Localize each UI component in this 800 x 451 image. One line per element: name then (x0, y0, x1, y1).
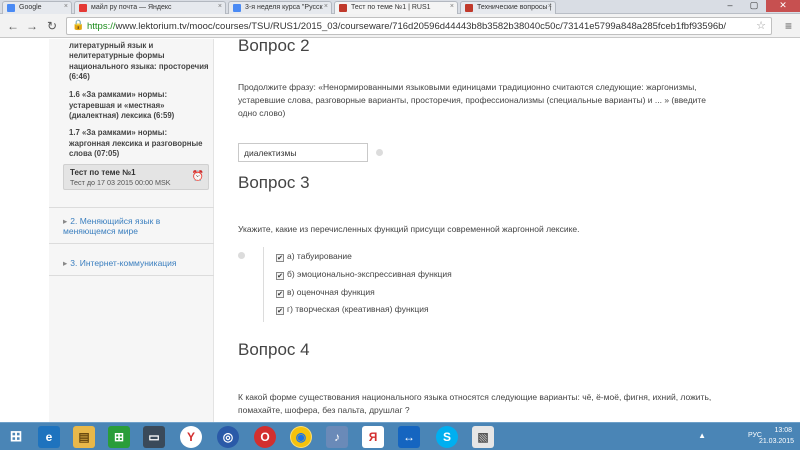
sidebar-section-2[interactable]: ▸ 2. Меняющийся язык в меняющемся мире (63, 216, 209, 236)
ie-icon[interactable]: e (38, 426, 60, 448)
system-tray: ▲ РУС 13:08 21.03.2015 (690, 423, 800, 451)
tab-label: Тест по теме №1 | RUS1 (351, 4, 431, 11)
address-bar[interactable]: 🔒 https://www.lektorium.tv/mooc/courses/… (66, 17, 772, 35)
tab-yandex-mail[interactable]: майл ру почта — Яндекс × (74, 1, 226, 14)
close-icon[interactable]: × (218, 3, 222, 10)
page-content: 1.5 «За рамками» нормы: литературный язы… (0, 39, 800, 422)
compass-icon[interactable]: ◎ (217, 426, 239, 448)
status-indicator-icon (376, 149, 383, 156)
question-4-title: Вопрос 4 (238, 340, 310, 359)
section-label: 2. Меняющийся язык в меняющемся мире (63, 216, 161, 236)
chevron-right-icon: ▸ (63, 258, 68, 268)
forward-icon[interactable]: → (24, 18, 40, 34)
star-icon[interactable]: ☆ (756, 19, 766, 32)
back-icon[interactable]: ← (5, 18, 21, 34)
lektorium-icon (339, 4, 347, 12)
divider (49, 207, 214, 208)
test-due-date: Тест до 17 03 2015 00:00 MSK (70, 178, 171, 187)
divider (49, 275, 214, 276)
question-3-option-d[interactable]: ✔ г) творческая (креативная) функция (276, 304, 429, 315)
lock-icon: 🔒 (72, 20, 85, 31)
close-window-button[interactable]: ✕ (766, 0, 800, 12)
window-controls: – ▢ ✕ (718, 0, 800, 12)
doc-icon (233, 4, 241, 12)
tab-test-active[interactable]: Тест по теме №1 | RUS1 × (334, 1, 458, 14)
windows-taskbar: ⊞ e ▤ ⊞ ▭ Y ◎ O ◉ ♪ Я ↔ S ▧ ▲ РУС 13:08 … (0, 422, 800, 450)
chevron-right-icon: ▸ (63, 216, 68, 226)
close-icon[interactable]: × (450, 3, 454, 10)
checkbox-checked-icon[interactable]: ✔ (276, 254, 284, 262)
question-3-option-b[interactable]: ✔ б) эмоционально-экспрессивная функция (276, 269, 452, 280)
status-indicator-icon (238, 252, 245, 259)
yandex-icon (79, 4, 87, 12)
monitor-icon[interactable]: ▭ (143, 426, 165, 448)
question-3-text: Укажите, какие из перечисленных функций … (238, 224, 580, 234)
opera-icon[interactable]: O (254, 426, 276, 448)
question-2-text: Продолжите фразу: «Ненормированными язык… (238, 82, 706, 118)
sidebar-test-item[interactable]: Тест по теме №1 Тест до 17 03 2015 00:00… (63, 164, 209, 190)
checkbox-checked-icon[interactable]: ✔ (276, 307, 284, 315)
tab-label: Технические вопросы | (477, 4, 552, 11)
question-2-answer-input[interactable] (238, 143, 368, 162)
tab-tech-questions[interactable]: Технические вопросы | × (460, 1, 556, 14)
teamviewer-icon[interactable]: ↔ (398, 426, 420, 448)
option-label: г) творческая (креативная) функция (287, 304, 429, 314)
yandex-browser-icon[interactable]: Y (180, 426, 202, 448)
close-icon[interactable]: × (64, 3, 68, 10)
course-sidebar: 1.5 «За рамками» нормы: литературный язы… (49, 39, 214, 422)
option-label: в) оценочная функция (287, 287, 375, 297)
close-icon[interactable]: × (548, 3, 552, 10)
yandex-icon[interactable]: Я (362, 426, 384, 448)
question-3-option-c[interactable]: ✔ в) оценочная функция (276, 287, 375, 298)
reload-icon[interactable]: ↻ (44, 18, 60, 34)
clock-date[interactable]: 21.03.2015 (759, 438, 794, 445)
url-path: www.lektorium.tv/mooc/courses/TSU/RUS1/2… (115, 21, 727, 32)
show-hidden-icons-icon[interactable]: ▲ (698, 431, 706, 440)
tab-label: 3-я неделя курса "Русск (245, 4, 323, 11)
tab-label: майл ру почта — Яндекс (91, 4, 172, 11)
alarm-clock-icon: ⏰ (191, 171, 204, 182)
checkbox-checked-icon[interactable]: ✔ (276, 272, 284, 280)
sidebar-section-3[interactable]: ▸ 3. Интернет-коммуникация (63, 258, 209, 268)
chrome-icon[interactable]: ◉ (290, 426, 312, 448)
question-3-title: Вопрос 3 (238, 173, 310, 192)
option-label: б) эмоционально-экспрессивная функция (287, 269, 452, 279)
clock-time[interactable]: 13:08 (774, 427, 792, 434)
divider (49, 243, 214, 244)
documents-icon[interactable]: ▧ (472, 426, 494, 448)
url-text: https://www.lektorium.tv/mooc/courses/TS… (87, 21, 726, 32)
sidebar-lesson-1-5[interactable]: 1.5 «За рамками» нормы: литературный язы… (69, 39, 209, 83)
sidebar-lesson-1-6[interactable]: 1.6 «За рамками» нормы: устаревшая и «ме… (69, 90, 209, 122)
sidebar-lesson-1-7[interactable]: 1.7 «За рамками» нормы: жаргонная лексик… (69, 128, 209, 160)
skype-icon[interactable]: S (436, 426, 458, 448)
question-2-title: Вопрос 2 (238, 39, 310, 55)
google-icon (7, 4, 15, 12)
lektorium-icon (465, 4, 473, 12)
maximize-button[interactable]: ▢ (742, 0, 766, 12)
options-divider (263, 247, 264, 322)
minimize-button[interactable]: – (718, 0, 742, 12)
browser-toolbar: ← → ↻ 🔒 https://www.lektorium.tv/mooc/co… (0, 14, 800, 38)
question-4-text: К какой форме существования национальног… (238, 392, 712, 415)
option-label: а) табуирование (287, 251, 352, 261)
question-3-option-a[interactable]: ✔ а) табуирование (276, 251, 352, 262)
menu-icon[interactable]: ≡ (785, 19, 792, 33)
test-title: Тест по теме №1 (70, 168, 136, 177)
windows-start-icon[interactable]: ⊞ (4, 426, 28, 448)
close-icon[interactable]: × (324, 3, 328, 10)
explorer-icon[interactable]: ▤ (73, 426, 95, 448)
url-scheme: https:// (87, 21, 116, 32)
tab-label: Google (19, 4, 42, 11)
checkbox-checked-icon[interactable]: ✔ (276, 290, 284, 298)
section-label: 3. Интернет-коммуникация (70, 258, 177, 268)
tab-google[interactable]: Google × (2, 1, 72, 14)
audio-icon[interactable]: ♪ (326, 426, 348, 448)
store-icon[interactable]: ⊞ (108, 426, 130, 448)
browser-tab-strip: Google × майл ру почта — Яндекс × 3-я не… (0, 0, 800, 14)
tab-course-week[interactable]: 3-я неделя курса "Русск × (228, 1, 332, 14)
